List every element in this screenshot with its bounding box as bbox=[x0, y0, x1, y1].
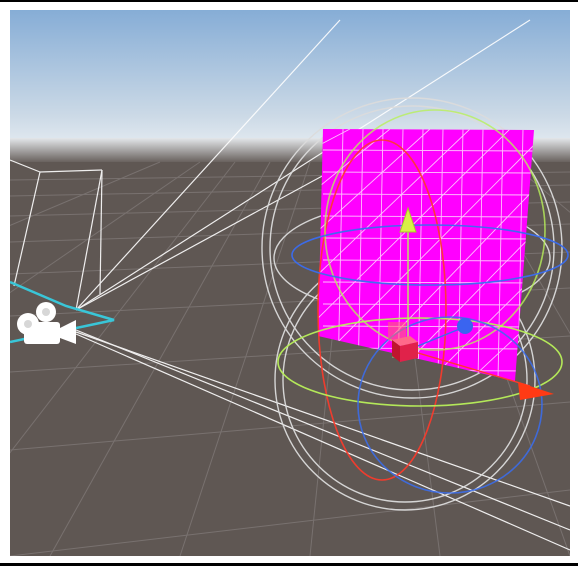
plane-handle-xy[interactable] bbox=[388, 322, 406, 340]
frame-top-border bbox=[0, 0, 578, 2]
center-cube-icon[interactable] bbox=[392, 336, 418, 362]
sky bbox=[10, 10, 570, 150]
scene-viewport[interactable] bbox=[10, 10, 570, 556]
z-axis-sphere-icon[interactable] bbox=[457, 318, 473, 334]
